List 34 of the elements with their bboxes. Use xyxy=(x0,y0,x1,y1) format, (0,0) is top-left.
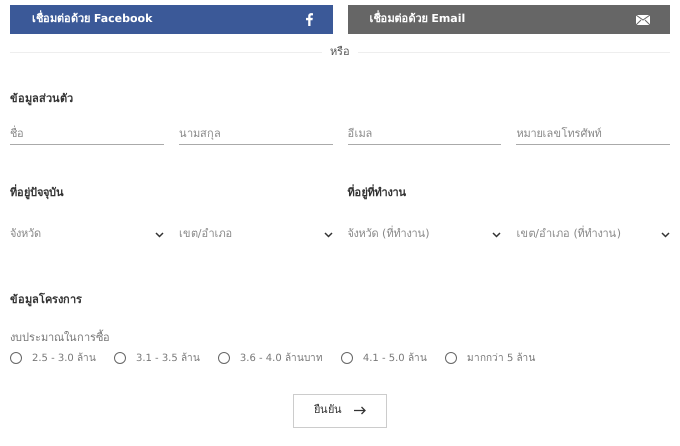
submit-button[interactable]: ยืนยัน xyxy=(293,394,387,428)
radio-button[interactable] xyxy=(218,352,230,364)
chevron-down-icon xyxy=(154,232,164,238)
select-field[interactable]: เขต/อำเภอ (ที่ทำงาน) xyxy=(516,224,670,246)
radio-label: 2.5 - 3.0 ล้าน xyxy=(32,352,96,366)
divider-label: หรือ xyxy=(330,44,350,60)
input-field[interactable]: อีเมล xyxy=(348,123,502,145)
radio-label: มากกว่า 5 ล้าน xyxy=(466,352,536,366)
input-field[interactable]: หมายเลขโทรศัพท์ xyxy=(516,123,670,145)
select-field[interactable]: จังหวัด xyxy=(10,224,164,246)
chevron-down-icon xyxy=(661,232,670,238)
envelope-icon xyxy=(636,14,650,24)
facebook-button[interactable]: เชื่อมต่อด้วย Facebook xyxy=(10,5,332,34)
radio-button[interactable] xyxy=(444,352,457,364)
select-field[interactable]: จังหวัด (ที่ทำงาน) xyxy=(348,224,502,246)
email-button[interactable]: เชื่อมต่อด้วย Email xyxy=(348,5,670,34)
input-field[interactable]: ชื่อ xyxy=(10,123,164,145)
input-field[interactable]: นามสกุล xyxy=(178,123,332,145)
radio-label: 3.6 - 4.0 ล้านบาท xyxy=(240,352,323,366)
select-field[interactable]: เขต/อำเภอ xyxy=(178,224,332,246)
chevron-down-icon xyxy=(492,232,502,238)
arrow-right-icon xyxy=(354,406,366,415)
radio-button[interactable] xyxy=(340,352,353,364)
section-title: ที่อยู่ที่ทำงาน xyxy=(348,185,408,202)
field-label: งบประมาณในการซื้อ xyxy=(10,330,111,346)
chevron-down-icon xyxy=(324,232,332,238)
radio-label: 3.1 - 3.5 ล้าน xyxy=(136,352,200,366)
section-title: ข้อมูลโครงการ xyxy=(10,292,83,308)
radio-button[interactable] xyxy=(114,352,126,364)
section-title: ที่อยู่ปัจจุบัน xyxy=(10,185,65,202)
radio-button[interactable] xyxy=(10,352,22,364)
radio-label: 4.1 - 5.0 ล้าน xyxy=(362,352,427,366)
section-title: ข้อมูลส่วนตัว xyxy=(10,90,74,107)
facebook-icon xyxy=(306,13,312,26)
